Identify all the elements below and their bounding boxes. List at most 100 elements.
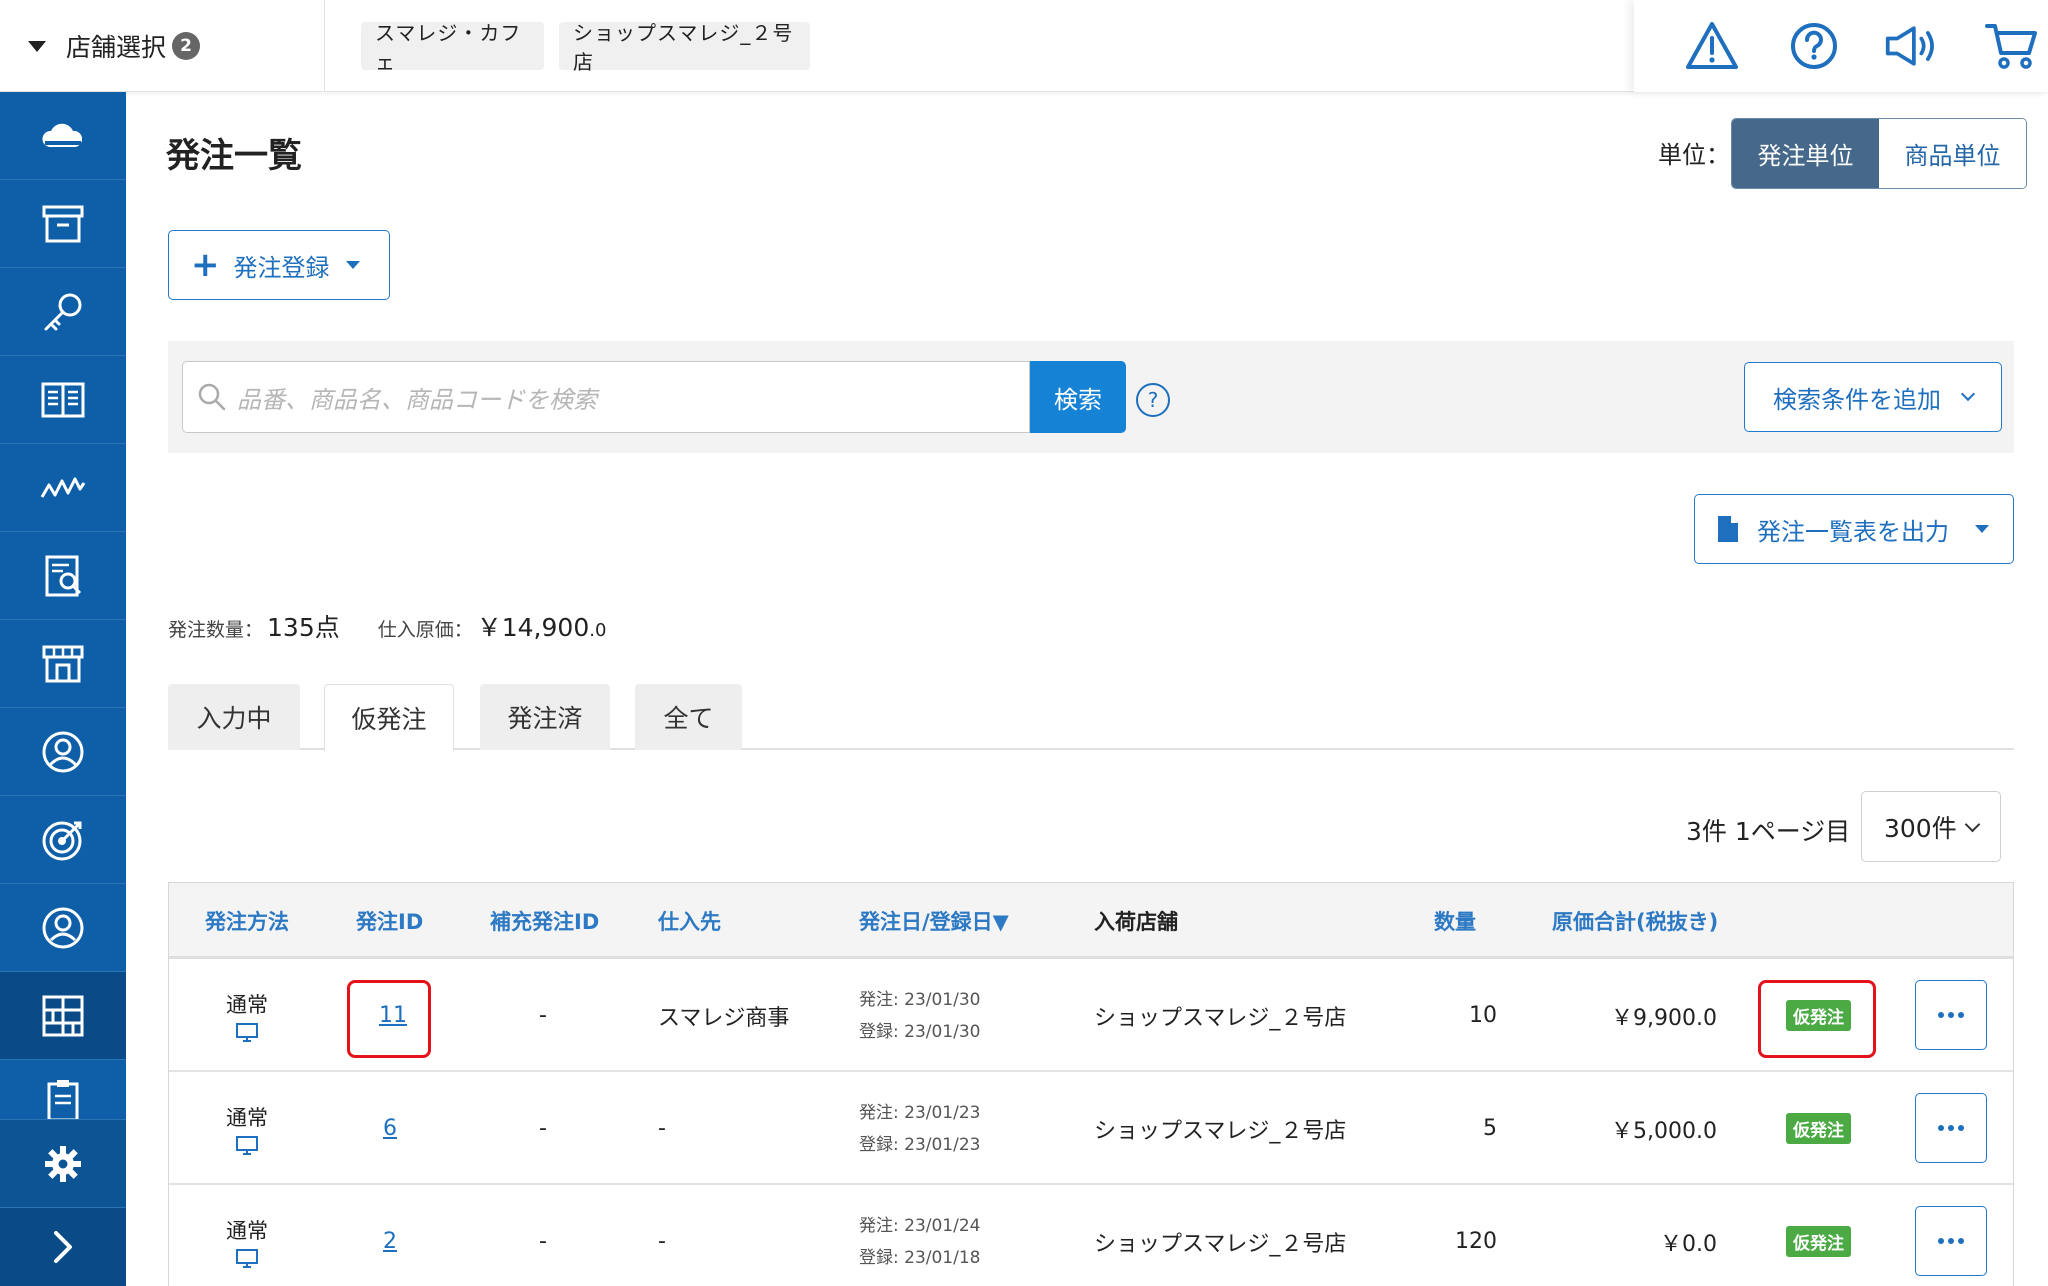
export-order-list-button[interactable]: 発注一覧表を出力: [1694, 494, 2014, 564]
chevron-down-icon: [1964, 816, 1981, 833]
cloud-icon[interactable]: [0, 92, 126, 180]
megaphone-icon[interactable]: [1884, 18, 1940, 74]
cart-icon[interactable]: [1984, 18, 2040, 74]
per-page-select[interactable]: 300件: [1861, 791, 2001, 862]
more-actions-button[interactable]: [1915, 1206, 1987, 1276]
user-icon[interactable]: [0, 708, 126, 796]
replenish-id: -: [539, 1003, 547, 1028]
table-row: 通常 2 - - 発注: 23/01/24 登録: 23/01/18 ショップス…: [169, 1185, 2013, 1286]
tab-inputting[interactable]: 入力中: [168, 684, 300, 750]
export-order-list-label: 発注一覧表を出力: [1757, 517, 1949, 546]
status-tabs: 入力中 仮発注 発注済 全て: [168, 684, 2014, 752]
sidebar: [0, 92, 126, 1286]
more-actions-button[interactable]: [1915, 980, 1987, 1050]
order-id-link[interactable]: 2: [383, 1229, 397, 1254]
report-icon[interactable]: [0, 532, 126, 620]
quantity: 10: [1469, 1003, 1497, 1028]
header-method[interactable]: 発注方法: [205, 883, 289, 959]
header-icon-group: [1634, 0, 2048, 92]
add-search-condition-label: 検索条件を追加: [1773, 385, 1941, 414]
store-icon[interactable]: [0, 620, 126, 708]
tab-ordered[interactable]: 発注済: [480, 684, 610, 750]
tab-all[interactable]: 全て: [635, 684, 742, 750]
highlight-status-badge: [1758, 980, 1876, 1058]
more-icon: [1938, 1125, 1964, 1131]
status-badge: 仮発注: [1786, 1226, 1851, 1257]
key-icon[interactable]: [0, 268, 126, 356]
store-select-label: 店舗選択: [66, 33, 167, 62]
register-order-label: 発注登録: [233, 253, 330, 282]
pagination-info: 3件 1ページ目: [1686, 817, 1851, 846]
top-header: 店舗選択 2 スマレジ・カフェ ショップスマレジ_２号店: [0, 0, 2048, 92]
analytics-icon[interactable]: [0, 444, 126, 532]
page-title: 発注一覧: [166, 136, 302, 176]
unit-label: 単位：: [1658, 141, 1730, 169]
file-icon: [1718, 516, 1738, 542]
caret-down-icon: [345, 261, 360, 269]
cost-amount: ￥14,900: [476, 613, 590, 642]
method-cell: 通常: [169, 1185, 325, 1286]
per-page-value: 300件: [1884, 813, 1957, 843]
header-replenish-id[interactable]: 補充発注ID: [490, 883, 599, 959]
more-actions-button[interactable]: [1915, 1093, 1987, 1163]
register-order-button[interactable]: + 発注登録: [168, 230, 390, 300]
tab-provisional[interactable]: 仮発注: [324, 684, 454, 752]
monitor-icon: [236, 1135, 258, 1155]
header-order-id[interactable]: 発注ID: [356, 883, 423, 959]
breadcrumb-store[interactable]: ショップスマレジ_２号店: [559, 21, 810, 74]
header-cost-total[interactable]: 原価合計(税抜き): [1552, 883, 1718, 959]
header-supplier[interactable]: 仕入先: [658, 883, 721, 959]
table-header: 発注方法 発注ID 補充発注ID 仕入先 発注日/登録日▼ 入荷店舗 数量 原価…: [169, 883, 2013, 959]
method-cell: 通常: [169, 959, 325, 1072]
target-icon[interactable]: [0, 796, 126, 884]
gear-icon[interactable]: [0, 1120, 126, 1208]
method-label: 通常: [226, 1105, 268, 1130]
clipboard-icon[interactable]: [0, 1060, 126, 1120]
chevron-right-icon[interactable]: [0, 1208, 126, 1286]
person-icon[interactable]: [0, 884, 126, 972]
breadcrumb-company[interactable]: スマレジ・カフェ: [361, 21, 544, 74]
order-table: 発注方法 発注ID 補充発注ID 仕入先 発注日/登録日▼ 入荷店舗 数量 原価…: [168, 882, 2014, 1286]
caret-down-icon: [28, 40, 46, 52]
store-select-dropdown[interactable]: 店舗選択 2: [0, 0, 325, 92]
caret-down-icon: [1975, 525, 1989, 533]
chevron-down-icon: [1960, 386, 1976, 402]
search-help-icon[interactable]: ?: [1136, 383, 1170, 417]
warning-icon[interactable]: [1684, 18, 1740, 74]
header-quantity[interactable]: 数量: [1434, 883, 1476, 959]
date-cell: 発注: 23/01/23 登録: 23/01/23: [859, 1072, 980, 1185]
unit-option-order[interactable]: 発注単位: [1732, 119, 1879, 188]
supplier: -: [658, 1229, 666, 1254]
search-placeholder: 品番、商品名、商品コードを検索: [237, 385, 597, 414]
replenish-id: -: [539, 1229, 547, 1254]
unit-option-product[interactable]: 商品単位: [1879, 119, 2026, 188]
unit-toggle: 発注単位 商品単位: [1731, 118, 2027, 189]
table-row: 通常 11 - スマレジ商事 発注: 23/01/30 登録: 23/01/30…: [169, 959, 2013, 1072]
search-button[interactable]: 検索: [1030, 361, 1126, 433]
header-order-date[interactable]: 発注日/登録日▼: [859, 883, 1009, 959]
supplier: -: [658, 1116, 666, 1141]
grid-icon[interactable]: [0, 972, 126, 1060]
register-date: 登録: 23/01/18: [859, 1247, 981, 1268]
table-row: 通常 6 - - 発注: 23/01/23 登録: 23/01/23 ショップス…: [169, 1072, 2013, 1185]
search-input[interactable]: 品番、商品名、商品コードを検索: [182, 361, 1030, 433]
cost-total: ￥0.0: [1660, 1231, 1717, 1257]
cost-total: ￥5,000.0: [1611, 1118, 1717, 1144]
help-icon[interactable]: [1786, 18, 1842, 74]
more-icon: [1938, 1238, 1964, 1244]
date-cell: 発注: 23/01/30 登録: 23/01/30: [859, 959, 980, 1072]
quantity: 120: [1455, 1229, 1497, 1254]
order-id-link[interactable]: 6: [383, 1116, 397, 1141]
cost-decimal: .0: [589, 620, 607, 641]
store: ショップスマレジ_２号店: [1094, 1118, 1347, 1144]
order-date: 発注: 23/01/24: [859, 1215, 981, 1236]
search-icon: [198, 383, 226, 411]
archive-box-icon[interactable]: [0, 180, 126, 268]
quantity-label: 発注数量：: [168, 619, 264, 641]
cost-total: ￥9,900.0: [1611, 1005, 1717, 1031]
date-cell: 発注: 23/01/24 登録: 23/01/18: [859, 1185, 980, 1286]
supplier: スマレジ商事: [658, 1005, 790, 1031]
register-date: 登録: 23/01/30: [859, 1021, 981, 1042]
book-icon[interactable]: [0, 356, 126, 444]
add-search-condition-button[interactable]: 検索条件を追加: [1744, 362, 2002, 432]
